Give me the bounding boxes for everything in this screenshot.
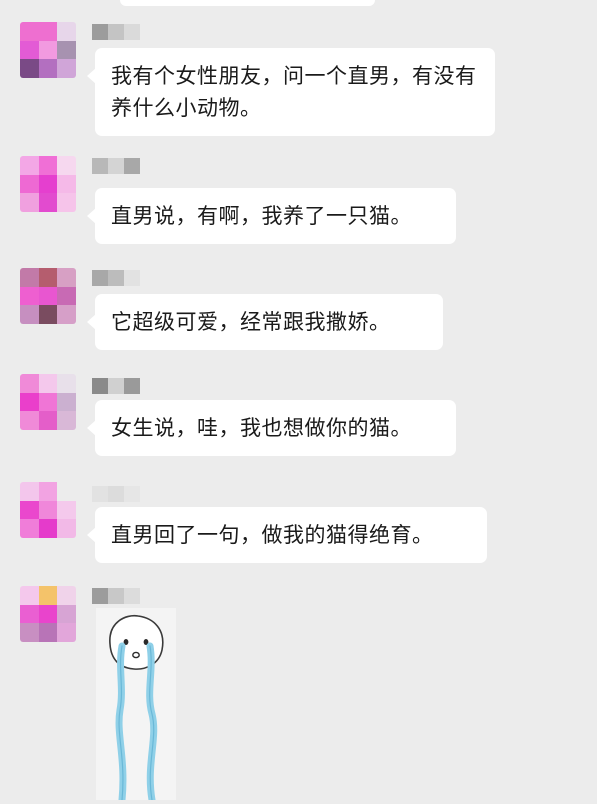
message-text: 我有个女性朋友，问一个直男，有没有养什么小动物。 <box>111 64 477 120</box>
message-bubble[interactable]: 它超级可爱，经常跟我撒娇。 <box>87 294 443 350</box>
message-text: 直男说，有啊，我养了一只猫。 <box>111 204 412 228</box>
avatar[interactable] <box>20 268 76 324</box>
avatar[interactable] <box>20 22 76 78</box>
previous-message-bubble <box>120 0 375 6</box>
chat-area: 我有个女性朋友，问一个直男，有没有养什么小动物。 直男说，有啊，我养了一只猫。 … <box>0 0 597 804</box>
sender-name-blurred <box>92 270 140 286</box>
sticker-image <box>96 608 176 804</box>
message-bubble[interactable]: 我有个女性朋友，问一个直男，有没有养什么小动物。 <box>87 48 495 136</box>
avatar[interactable] <box>20 156 76 212</box>
sender-name-blurred <box>92 588 140 604</box>
sender-name-blurred <box>92 158 140 174</box>
message-text: 直男回了一句，做我的猫得绝育。 <box>111 523 434 547</box>
message-text: 女生说，哇，我也想做你的猫。 <box>111 416 412 440</box>
sender-name-blurred <box>92 24 140 40</box>
crying-face-sticker-icon[interactable] <box>96 608 176 804</box>
sender-name-blurred <box>92 378 140 394</box>
message-bubble[interactable]: 女生说，哇，我也想做你的猫。 <box>87 400 456 456</box>
message-text: 它超级可爱，经常跟我撒娇。 <box>111 310 391 334</box>
message-bubble[interactable]: 直男说，有啊，我养了一只猫。 <box>87 188 456 244</box>
sender-name-blurred <box>92 486 140 502</box>
message-bubble[interactable]: 直男回了一句，做我的猫得绝育。 <box>87 507 487 563</box>
avatar[interactable] <box>20 586 76 642</box>
avatar[interactable] <box>20 482 76 538</box>
avatar[interactable] <box>20 374 76 430</box>
